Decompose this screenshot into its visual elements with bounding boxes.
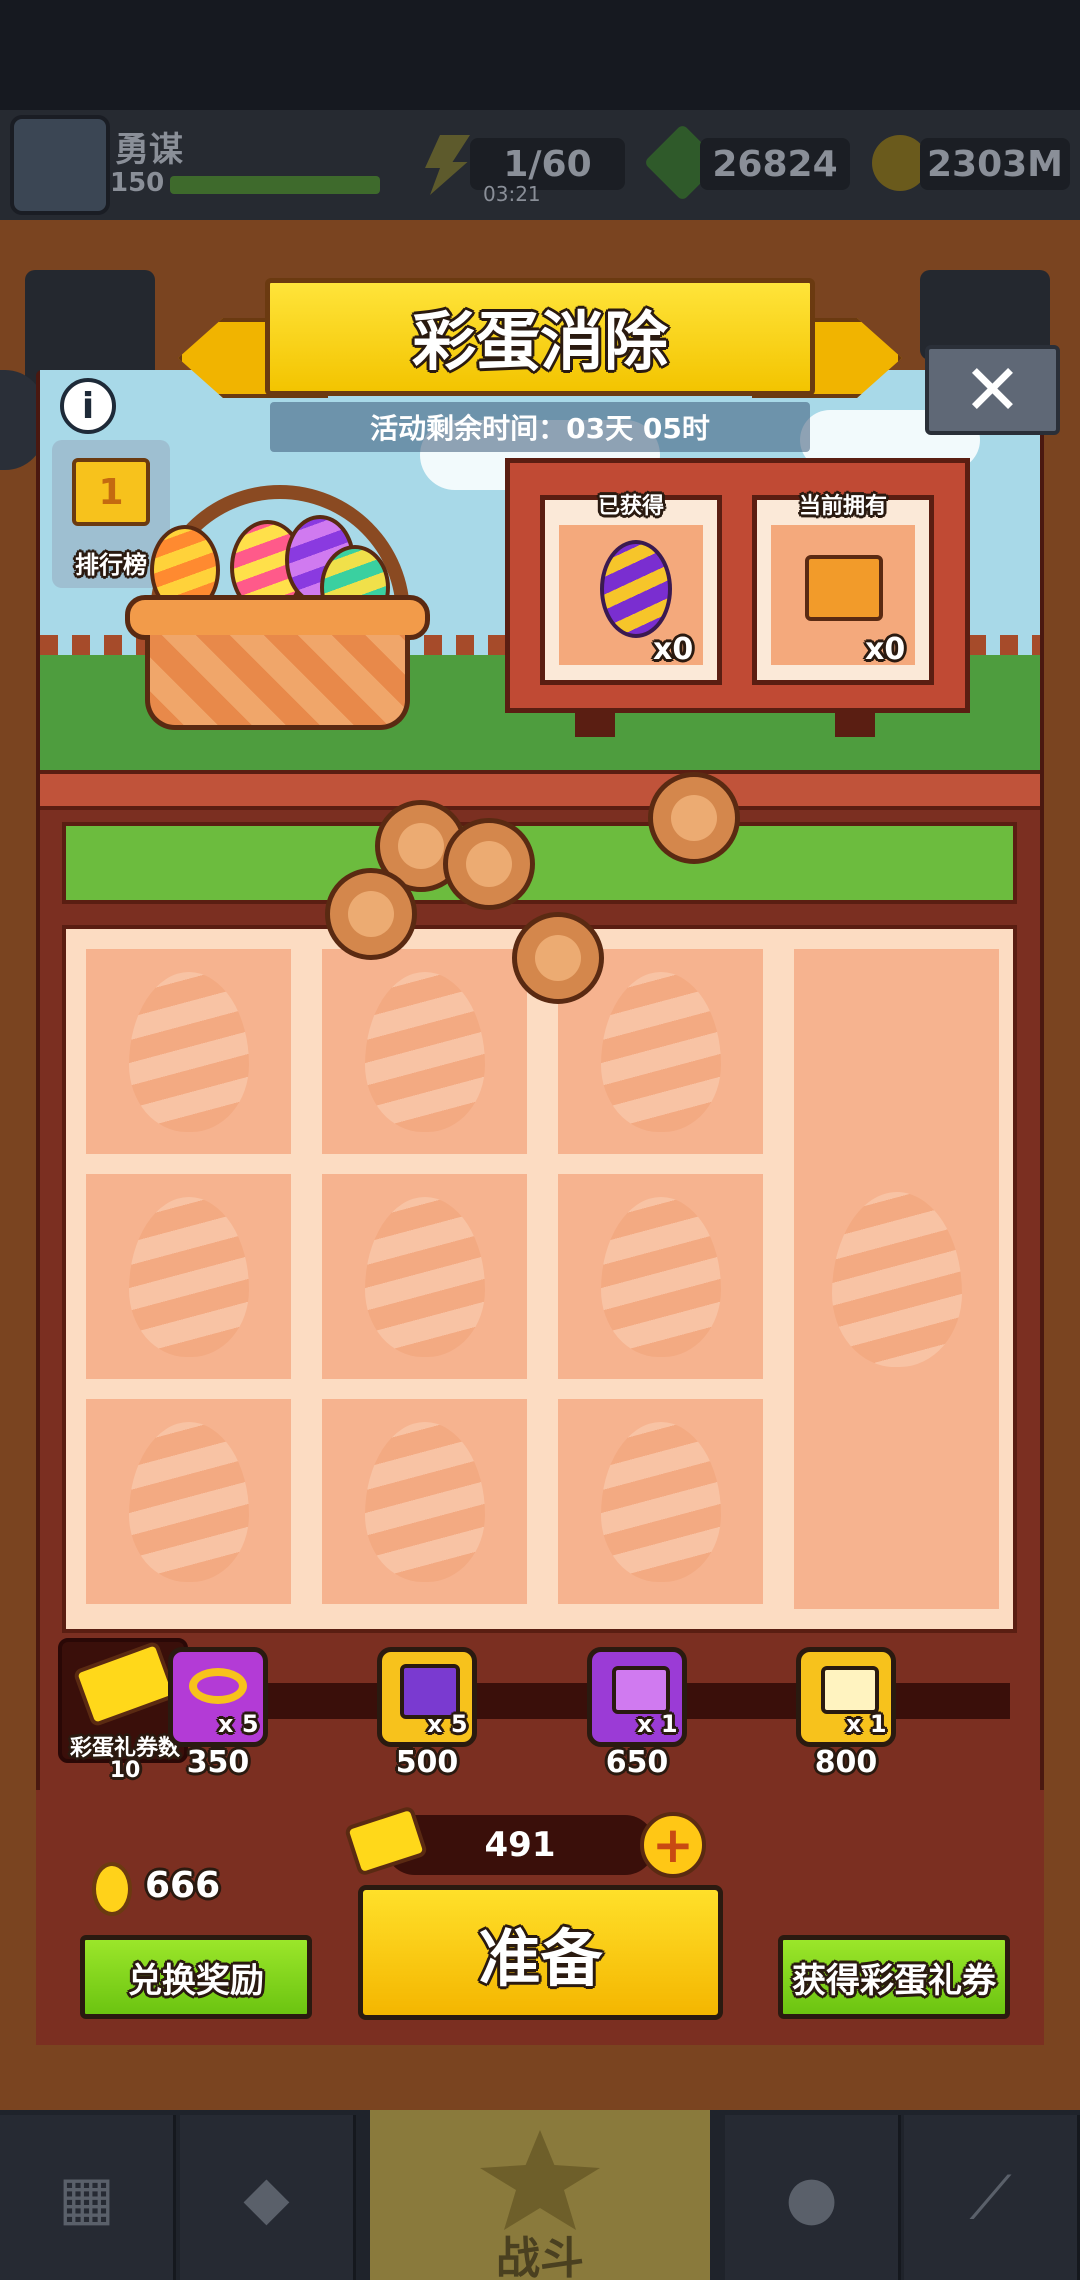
grid-cell[interactable]: [86, 949, 291, 1154]
avatar[interactable]: [10, 115, 110, 215]
key-icon: [189, 1668, 247, 1704]
reward-item-4[interactable]: x 1: [796, 1647, 896, 1747]
dog-coin-icon: [325, 868, 417, 960]
ticket-icon: [72, 1640, 178, 1728]
grid-cell[interactable]: [86, 1174, 291, 1379]
gold-chest-icon: [821, 1666, 879, 1714]
grid-cell[interactable]: [322, 1399, 527, 1604]
info-button[interactable]: i: [60, 378, 116, 434]
egg-placeholder-icon: [364, 971, 485, 1132]
player-level: 150: [110, 168, 165, 198]
nav-battle-label: 战斗: [496, 2233, 584, 2280]
event-title: 彩蛋消除: [265, 278, 815, 396]
reward-cost-3: 650: [605, 1745, 669, 1780]
energy-timer: 03:21: [483, 182, 541, 206]
nav-battle[interactable]: 战斗: [370, 2110, 710, 2280]
egg-placeholder-icon: [128, 971, 249, 1132]
top-hud: 勇谋 150 1/60 03:21 26824 2303M: [0, 110, 1080, 220]
player-name: 勇谋: [115, 130, 183, 170]
gold-counter: 2303M: [920, 138, 1070, 190]
board-leg: [835, 712, 875, 737]
reward-cost-2: 500: [395, 1745, 459, 1780]
grid-cell[interactable]: [86, 1399, 291, 1604]
obtained-slot: 已获得 x0: [540, 494, 722, 685]
get-tickets-button[interactable]: 获得彩蛋礼券: [778, 1935, 1010, 2019]
owned-title: 当前拥有: [798, 494, 887, 519]
board-leg: [575, 712, 615, 737]
dog-coin-icon: [648, 772, 740, 864]
dog-coin-icon: [512, 912, 604, 1004]
ball-icon: ●: [785, 2162, 838, 2233]
obtained-count: x0: [653, 632, 694, 667]
grid-cell[interactable]: [322, 949, 527, 1154]
egg-placeholder-icon: [364, 1421, 485, 1582]
reward-cost-4: 800: [814, 1745, 878, 1780]
obtained-title: 已获得: [597, 494, 664, 519]
status-bar: [0, 0, 1080, 110]
grid-cell[interactable]: [322, 1174, 527, 1379]
nav-heroes[interactable]: ◆: [180, 2115, 356, 2280]
egg-placeholder-icon: [600, 1421, 721, 1582]
purple-chest-icon: [612, 1666, 670, 1714]
egg-grid: [62, 925, 1017, 1633]
reward-cost-1: 350: [186, 1745, 250, 1780]
egg-placeholder-icon: [128, 1196, 249, 1357]
ready-button[interactable]: 准备: [358, 1885, 723, 2020]
shop-icon: ▦: [58, 2162, 115, 2233]
egg-placeholder-icon: [364, 1196, 485, 1357]
ticket-counter: 491: [385, 1815, 655, 1875]
grid-cell[interactable]: [558, 1174, 763, 1379]
golden-egg-icon: [92, 1862, 132, 1916]
energy-icon: [425, 135, 470, 195]
dog-coin-icon: [443, 818, 535, 910]
reward-item-3[interactable]: x 1: [587, 1647, 687, 1747]
brick-ledge: [40, 770, 1040, 810]
nav-events[interactable]: ●: [725, 2115, 901, 2280]
basket-rim: [125, 595, 430, 640]
nav-dna[interactable]: ⟋: [904, 2115, 1080, 2280]
gem-counter: 26824: [700, 138, 850, 190]
shield-icon: ◆: [243, 2162, 290, 2233]
trophy-podium-icon: 1: [72, 458, 150, 526]
basket-icon: [145, 635, 410, 730]
exchange-rewards-button[interactable]: 兑换奖励: [80, 1935, 312, 2019]
egg-placeholder-icon: [600, 971, 721, 1132]
egg-counter: 666: [145, 1865, 221, 1906]
progress-bar: [62, 822, 1017, 904]
egg-placeholder-icon: [600, 1196, 721, 1357]
ticket-card-icon: [805, 555, 883, 621]
menu-icon[interactable]: [25, 270, 155, 385]
owned-count: x0: [865, 632, 906, 667]
plus-icon: +: [652, 1816, 694, 1874]
xp-bar: [170, 176, 380, 194]
grid-cell[interactable]: [558, 1399, 763, 1604]
star-icon: [480, 2130, 600, 2230]
grid-cell-tall[interactable]: [794, 949, 999, 1609]
purple-egg-icon: [600, 540, 672, 638]
close-icon: ✕: [963, 349, 1022, 431]
event-timer: 活动剩余时间：03天 05时: [270, 402, 810, 452]
egg-placeholder-icon: [831, 1191, 962, 1367]
add-ticket-button[interactable]: +: [640, 1812, 706, 1878]
reward-item-2[interactable]: x 5: [377, 1647, 477, 1747]
close-button[interactable]: ✕: [925, 345, 1060, 435]
reward-item-1[interactable]: x 5: [168, 1647, 268, 1747]
dna-icon: ⟋: [969, 2162, 1012, 2233]
egg-placeholder-icon: [128, 1421, 249, 1582]
owned-slot: 当前拥有 x0: [752, 494, 934, 685]
nav-shop[interactable]: ▦: [0, 2115, 176, 2280]
